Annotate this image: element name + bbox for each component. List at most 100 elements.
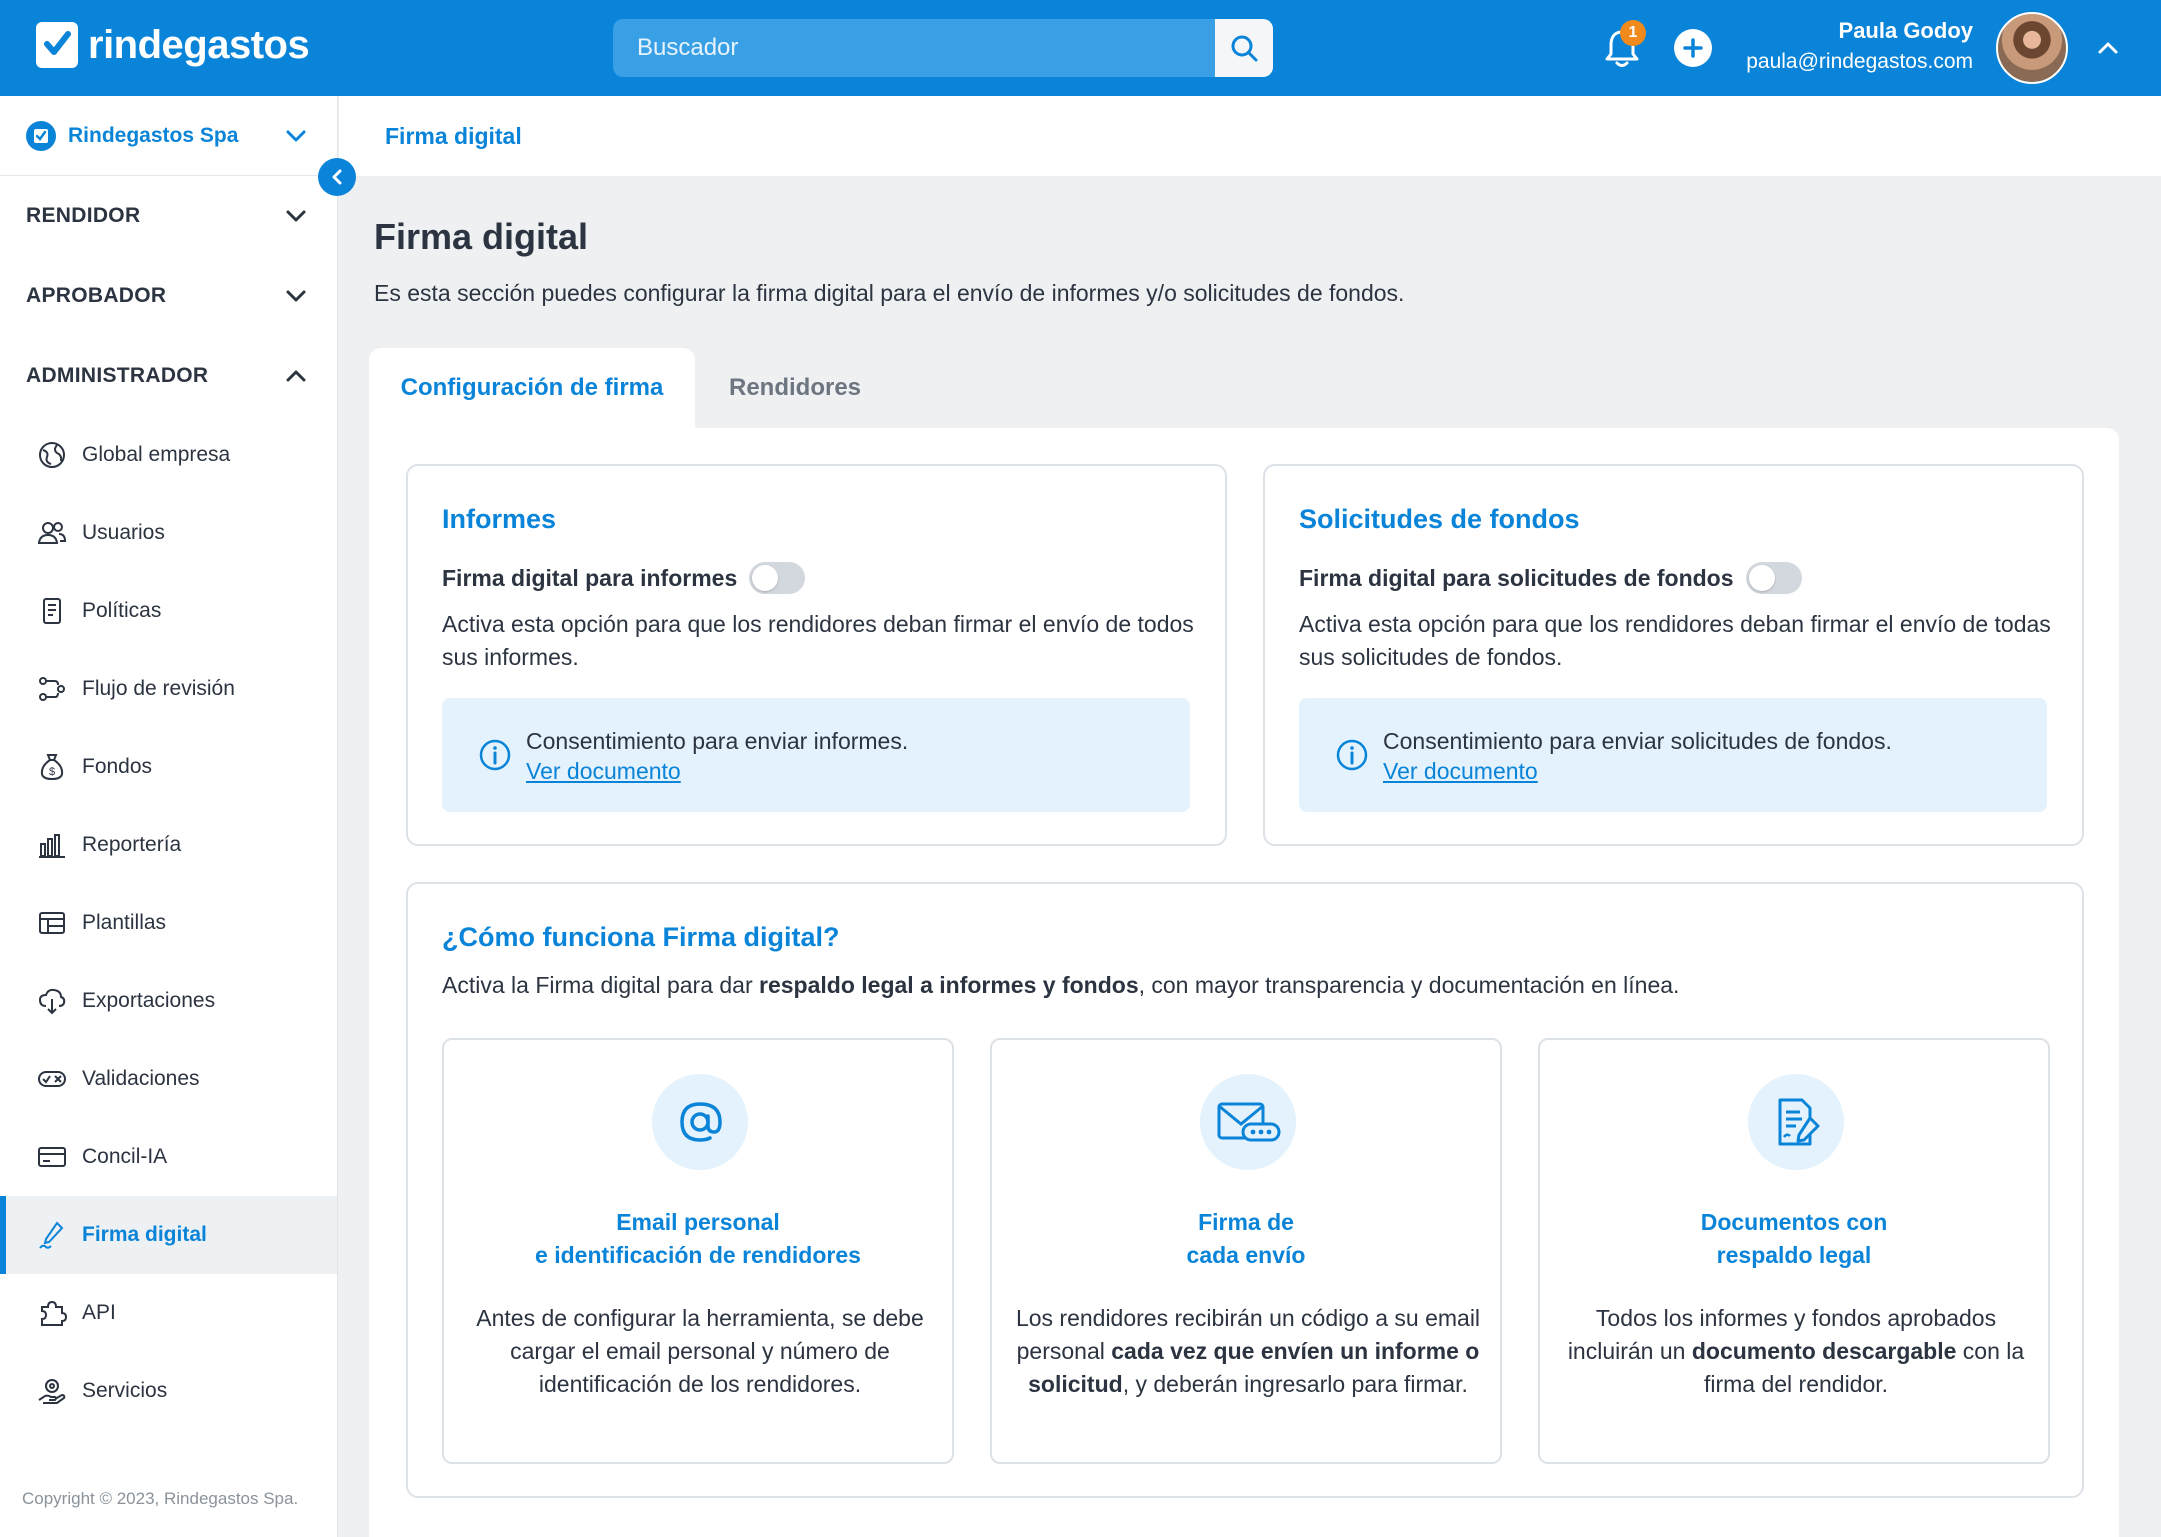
sidebar-item-usuarios[interactable]: Usuarios — [0, 494, 337, 572]
chevron-left-icon — [332, 169, 342, 185]
search-bar — [613, 19, 1273, 77]
info-text: Consentimiento para enviar solicitudes d… — [1383, 728, 1892, 754]
view-document-link[interactable]: Ver documento — [526, 758, 681, 784]
company-name: Rindegastos Spa — [68, 123, 239, 147]
sidebar-item-flujo-revision[interactable]: Flujo de revisión — [0, 650, 337, 728]
how-desc-bold: respaldo legal a informes y fondos — [759, 972, 1139, 998]
sidebar-item-label: Fondos — [82, 755, 153, 778]
sidebar-item-servicios[interactable]: Servicios — [0, 1352, 337, 1430]
toggle-label: Firma digital para solicitudes de fondos — [1299, 564, 1734, 591]
bar-chart-icon — [36, 829, 68, 861]
feature-desc-text: , y deberán ingresarlo para firmar. — [1122, 1371, 1468, 1397]
copyright: Copyright © 2023, Rindegastos Spa. — [22, 1489, 299, 1508]
at-sign-icon — [680, 1102, 722, 1142]
feature-title-line: Firma de — [1198, 1209, 1294, 1235]
feature-description: Los rendidores recibirán un código a su … — [1012, 1302, 1484, 1401]
search-button[interactable] — [1215, 19, 1273, 77]
sidebar-item-reporteria[interactable]: Reportería — [0, 806, 337, 884]
section-administrador[interactable]: ADMINISTRADOR — [0, 336, 337, 416]
how-it-works-card: ¿Cómo funciona Firma digital? Activa la … — [406, 882, 2084, 1498]
sidebar-item-label: API — [82, 1301, 116, 1324]
chevron-down-icon — [286, 290, 306, 302]
card-description: Activa esta opción para que los rendidor… — [1299, 611, 2051, 670]
chevron-down-icon — [286, 130, 306, 141]
company-selector[interactable]: Rindegastos Spa — [0, 96, 337, 176]
info-box: Consentimiento para enviar solicitudes d… — [1299, 698, 2047, 812]
sidebar-item-label: Firma digital — [82, 1223, 207, 1246]
card-title: Informes — [442, 504, 557, 534]
section-aprobador[interactable]: APROBADOR — [0, 256, 337, 336]
tab-rendidores[interactable]: Rendidores — [695, 348, 895, 428]
page-description: Es esta sección puedes configurar la fir… — [374, 280, 1405, 306]
search-icon — [1231, 35, 1258, 62]
search-input[interactable] — [613, 19, 1215, 77]
services-icon — [36, 1375, 68, 1407]
chevron-up-icon[interactable] — [2096, 36, 2120, 60]
how-desc-text: Activa la Firma digital para dar — [442, 972, 760, 998]
sidebar-item-label: Plantillas — [82, 911, 167, 934]
section-label: RENDIDOR — [26, 204, 141, 227]
sidebar-item-plantillas[interactable]: Plantillas — [0, 884, 337, 962]
solicitudes-signature-toggle[interactable] — [1745, 562, 1802, 594]
signed-document-icon — [1778, 1098, 1820, 1146]
informes-card: Informes Firma digital para informes Act… — [406, 464, 1227, 846]
breadcrumb: Firma digital — [339, 96, 2161, 176]
tab-configuracion-firma[interactable]: Configuración de firma — [369, 348, 695, 428]
sidebar-item-exportaciones[interactable]: Exportaciones — [0, 962, 337, 1040]
feature-title: Email personal e identificación de rendid… — [444, 1206, 952, 1272]
sidebar-item-global-empresa[interactable]: Global empresa — [0, 416, 337, 494]
cloud-download-icon — [36, 985, 68, 1017]
section-label: APROBADOR — [26, 284, 167, 307]
feature-description: Todos los informes y fondos aprobados in… — [1560, 1302, 2032, 1401]
info-box: Consentimiento para enviar informes. Ver… — [442, 698, 1190, 812]
pen-icon — [36, 1219, 68, 1251]
section-label: ADMINISTRADOR — [26, 364, 209, 387]
users-icon — [36, 517, 68, 549]
user-info[interactable]: Paula Godoy paula@rindegastos.com — [1746, 18, 1973, 74]
logo-text: rindegastos — [88, 22, 310, 67]
info-icon — [479, 739, 511, 771]
feature-title-line: Documentos con — [1700, 1209, 1888, 1235]
sidebar-item-concil-ia[interactable]: Concil-IA — [0, 1118, 337, 1196]
feature-card-firma: Firma de cada envío Los rendidores recibi… — [990, 1038, 1502, 1464]
chevron-down-icon — [286, 210, 306, 222]
feature-icon-circle — [652, 1074, 748, 1170]
card-description: Activa esta opción para que los rendidor… — [442, 611, 1194, 670]
sidebar-item-firma-digital[interactable]: Firma digital — [0, 1196, 337, 1274]
informes-signature-toggle[interactable] — [749, 562, 806, 594]
sidebar-item-fondos[interactable]: $ Fondos — [0, 728, 337, 806]
svg-text:$: $ — [49, 766, 55, 778]
avatar[interactable] — [1996, 12, 2068, 84]
toggle-row: Firma digital para solicitudes de fondos — [1299, 562, 1802, 594]
envelope-code-icon — [1217, 1102, 1281, 1142]
validation-icon — [36, 1063, 68, 1095]
policy-icon — [36, 595, 68, 627]
info-icon — [1336, 739, 1368, 771]
sidebar-item-politicas[interactable]: Políticas — [0, 572, 337, 650]
globe-icon — [36, 439, 68, 471]
section-rendidor[interactable]: RENDIDOR — [0, 176, 337, 256]
sidebar-item-label: Usuarios — [82, 521, 165, 544]
solicitudes-card: Solicitudes de fondos Firma digital para… — [1263, 464, 2084, 846]
sidebar-item-api[interactable]: API — [0, 1274, 337, 1352]
feature-title-line: e identificación de rendidores — [535, 1242, 861, 1268]
how-desc-text: , con mayor transparencia y documentació… — [1138, 972, 1680, 998]
logo-check-icon — [36, 22, 78, 68]
view-document-link[interactable]: Ver documento — [1383, 758, 1538, 784]
toggle-label: Firma digital para informes — [442, 564, 738, 591]
sidebar-collapse-button[interactable] — [318, 158, 356, 196]
add-button[interactable] — [1674, 29, 1712, 67]
feature-title: Firma de cada envío — [992, 1206, 1500, 1272]
card-title: Solicitudes de fondos — [1299, 504, 1580, 534]
money-bag-icon: $ — [36, 751, 68, 783]
page-title: Firma digital — [374, 216, 589, 257]
logo[interactable]: rindegastos — [36, 22, 310, 68]
breadcrumb-item[interactable]: Firma digital — [385, 123, 522, 150]
sidebar-item-label: Flujo de revisión — [82, 677, 235, 700]
sidebar-item-validaciones[interactable]: Validaciones — [0, 1040, 337, 1118]
card-icon — [36, 1141, 68, 1173]
feature-title: Documentos con respaldo legal — [1540, 1206, 2048, 1272]
chevron-up-icon — [286, 370, 306, 382]
sidebar-item-label: Exportaciones — [82, 989, 216, 1012]
company-logo-icon — [26, 120, 56, 151]
